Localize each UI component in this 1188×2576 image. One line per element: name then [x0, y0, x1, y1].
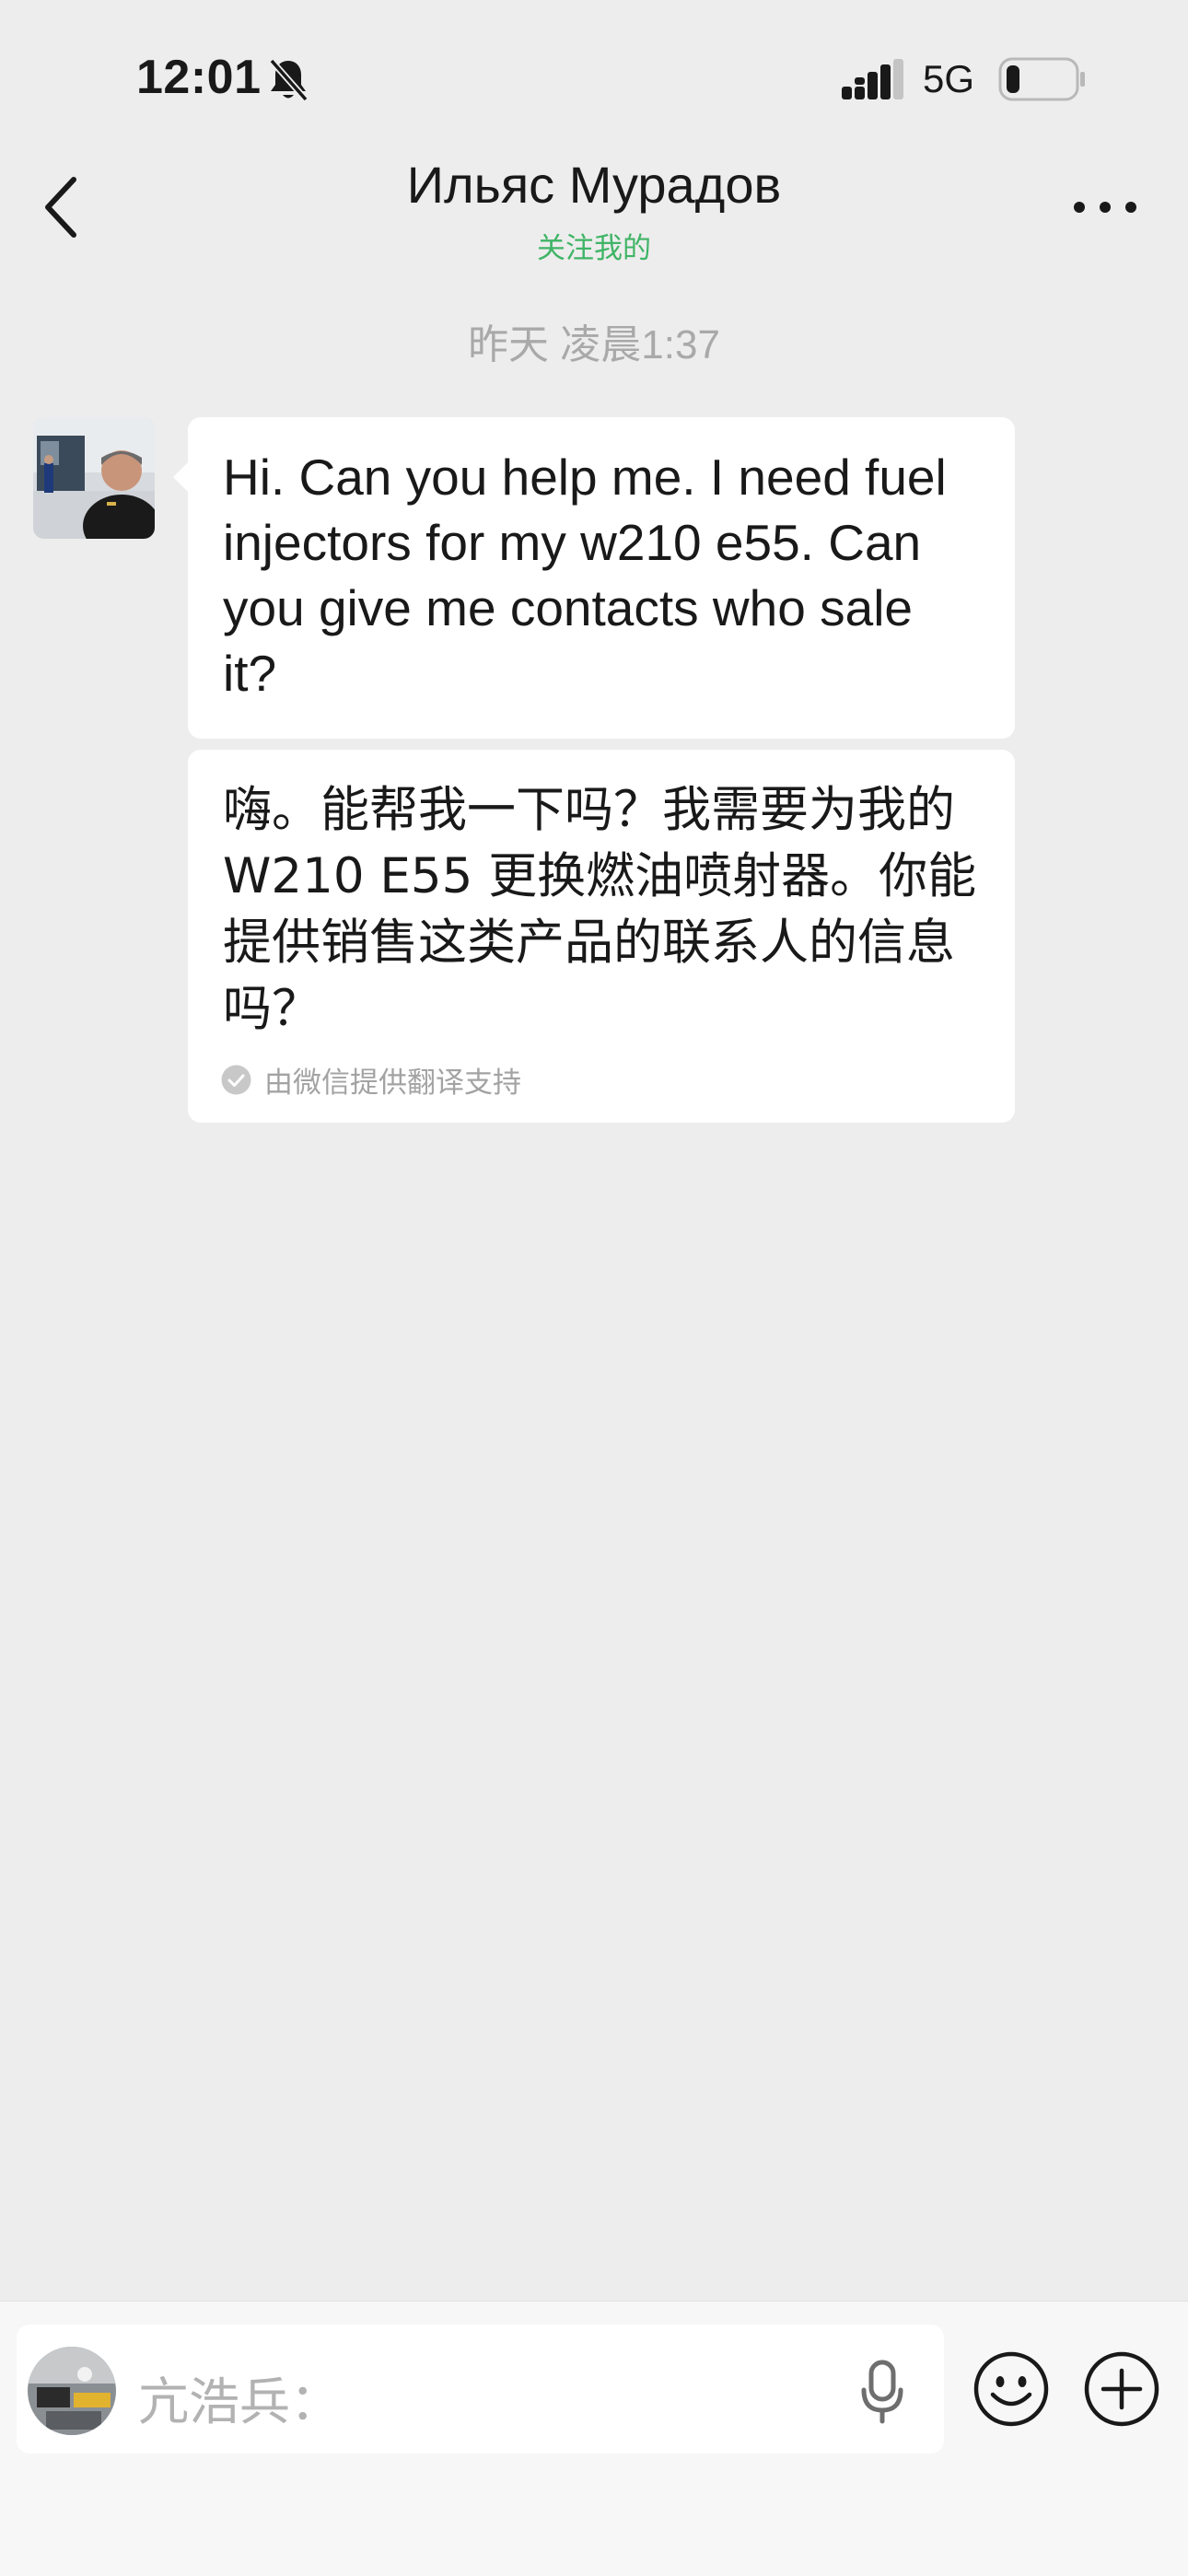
- signal-icon: [842, 59, 903, 99]
- status-time: 12:01: [136, 51, 262, 104]
- chat-title: Ильяс Мурадов: [406, 156, 782, 214]
- emoji-icon[interactable]: [973, 2350, 1050, 2428]
- follow-status[interactable]: 关注我的: [0, 225, 1188, 266]
- battery-icon: [998, 57, 1085, 101]
- microphone-icon[interactable]: [856, 2359, 908, 2425]
- translation-note: 由微信提供翻译支持: [221, 1059, 521, 1101]
- more-button[interactable]: [1068, 184, 1142, 230]
- bell-slash-icon: [269, 58, 309, 102]
- plus-icon[interactable]: [1083, 2350, 1160, 2428]
- avatar[interactable]: [33, 417, 155, 539]
- translation-note-text: 由微信提供翻译支持: [264, 1067, 521, 1099]
- self-avatar: [28, 2347, 116, 2435]
- translation-text: 嗨。能帮我一下吗？我需要为我的 W210 E55 更换燃油喷射器。你能提供销售这…: [223, 782, 977, 1037]
- message-bubble[interactable]: Hi. Can you help me. I need fuel injecto…: [188, 417, 1015, 739]
- more-icon: [1074, 202, 1136, 213]
- network-label: 5G: [923, 57, 975, 100]
- check-circle-icon: [221, 1065, 251, 1095]
- input-placeholder: 亢浩兵：: [138, 2373, 342, 2430]
- message-text: Hi. Can you help me. I need fuel injecto…: [223, 449, 947, 702]
- message-timestamp: 昨天 凌晨1:37: [468, 322, 720, 367]
